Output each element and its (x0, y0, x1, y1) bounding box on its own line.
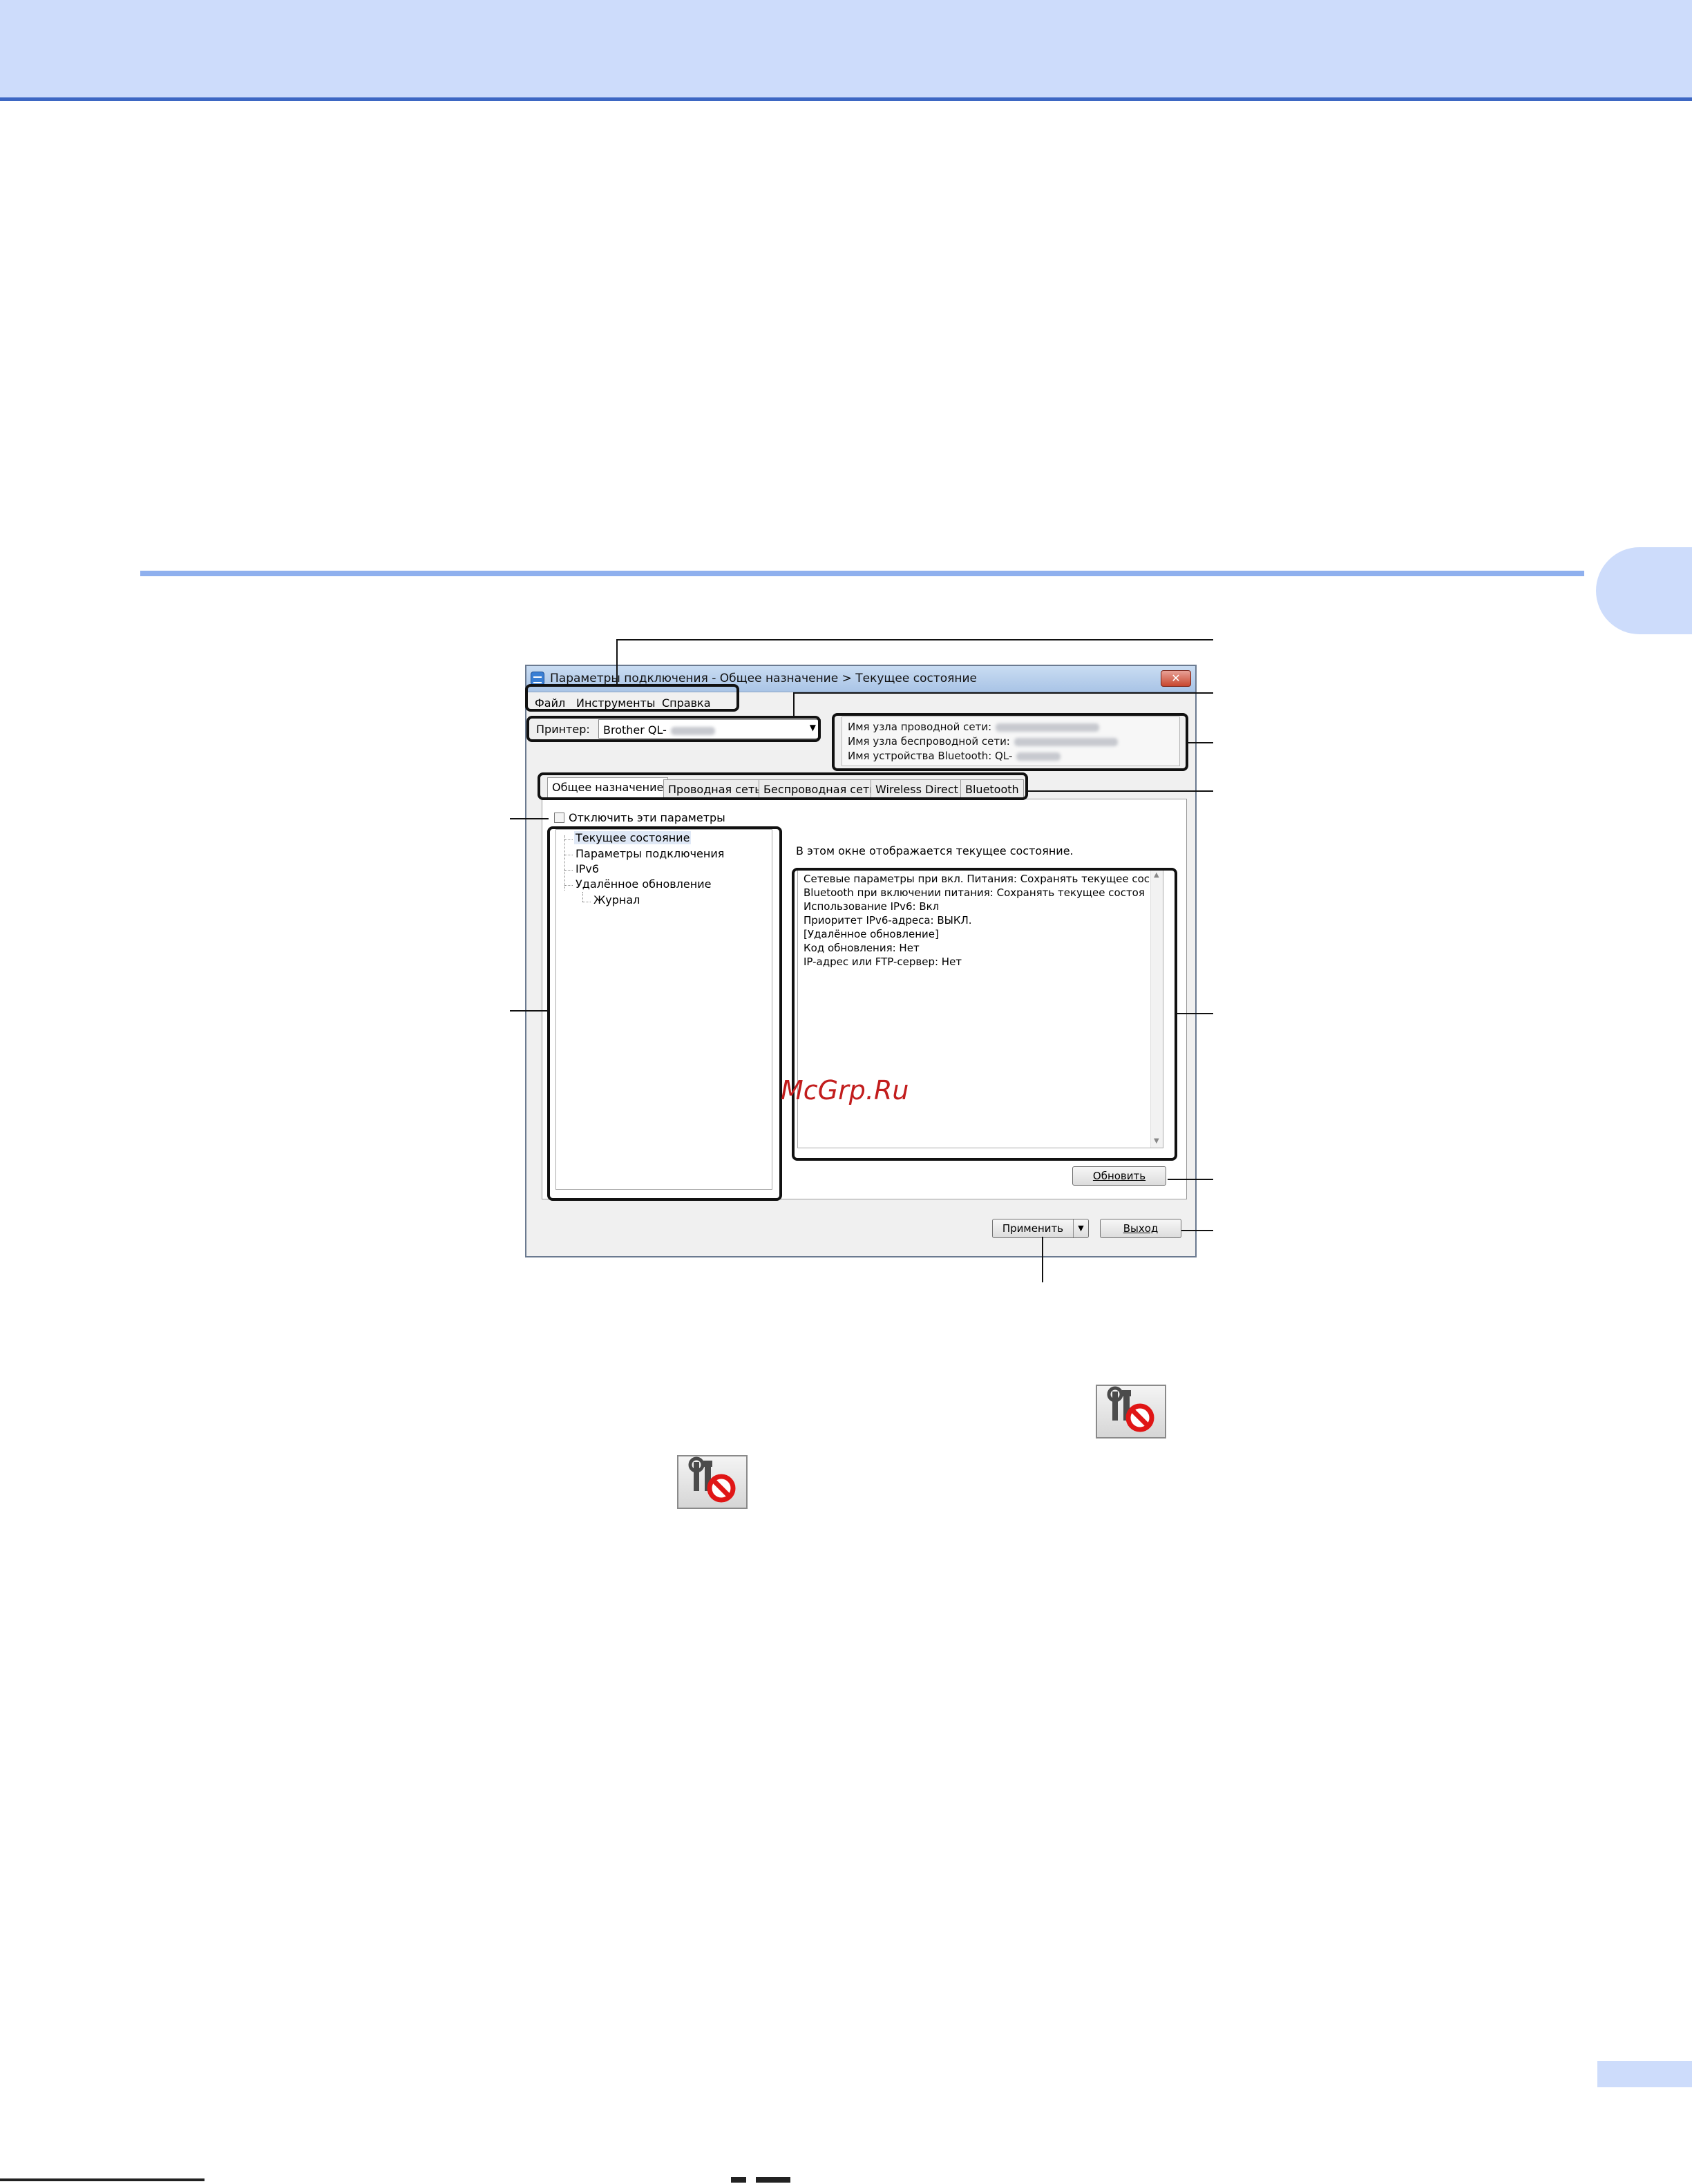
refresh-button-label: Обновить (1092, 1170, 1146, 1182)
leader-line (616, 639, 1213, 640)
disable-settings-label: Отключить эти параметры (569, 811, 725, 824)
leader-line (1168, 1179, 1213, 1180)
footer-mark (731, 2177, 746, 2183)
callout-frame-tree (547, 826, 782, 1201)
leader-line (793, 692, 795, 716)
exit-button-label: Выход (1123, 1222, 1159, 1235)
leader-line (616, 639, 618, 685)
app-icon (531, 672, 544, 685)
leader-line (1042, 1237, 1043, 1282)
leader-line (1177, 1013, 1213, 1014)
watermark: McGrp.Ru (781, 1075, 909, 1105)
settings-disabled-toolbar-icon (677, 1455, 748, 1509)
disable-settings-row[interactable]: Отключить эти параметры (554, 811, 725, 824)
footer-mark (756, 2177, 790, 2183)
callout-frame-device-info (832, 713, 1188, 771)
disable-settings-checkbox[interactable] (554, 813, 564, 823)
callout-frame-printer (526, 716, 821, 742)
leader-line (510, 1010, 549, 1012)
apply-button[interactable]: Применить ▼ (992, 1219, 1089, 1238)
leader-line (1181, 1230, 1213, 1231)
section-divider (140, 571, 1584, 576)
callout-frame-menu (525, 684, 739, 712)
window-title: Параметры подключения - Общее назначение… (550, 672, 977, 685)
wrench-prohibited-icon (688, 1456, 736, 1503)
status-caption: В этом окне отображается текущее состоян… (796, 844, 1074, 857)
leader-line (793, 692, 1213, 694)
chapter-tab (1596, 547, 1692, 634)
wrench-prohibited-icon (1107, 1386, 1154, 1432)
leader-line (1188, 742, 1213, 743)
exit-button[interactable]: Выход (1100, 1219, 1181, 1238)
apply-dropdown-icon[interactable]: ▼ (1073, 1219, 1088, 1237)
page-header-band (0, 0, 1692, 101)
footer-rule (0, 2178, 205, 2181)
callout-frame-status (792, 868, 1177, 1161)
leader-line (510, 818, 549, 819)
leader-line (1028, 790, 1213, 792)
callout-frame-tabs (538, 772, 1028, 800)
page-number-tab (1597, 2061, 1692, 2087)
refresh-button[interactable]: Обновить (1072, 1166, 1166, 1186)
close-button[interactable]: ✕ (1161, 670, 1191, 687)
settings-disabled-toolbar-icon (1096, 1385, 1166, 1438)
apply-button-label: Применить (1002, 1222, 1064, 1235)
